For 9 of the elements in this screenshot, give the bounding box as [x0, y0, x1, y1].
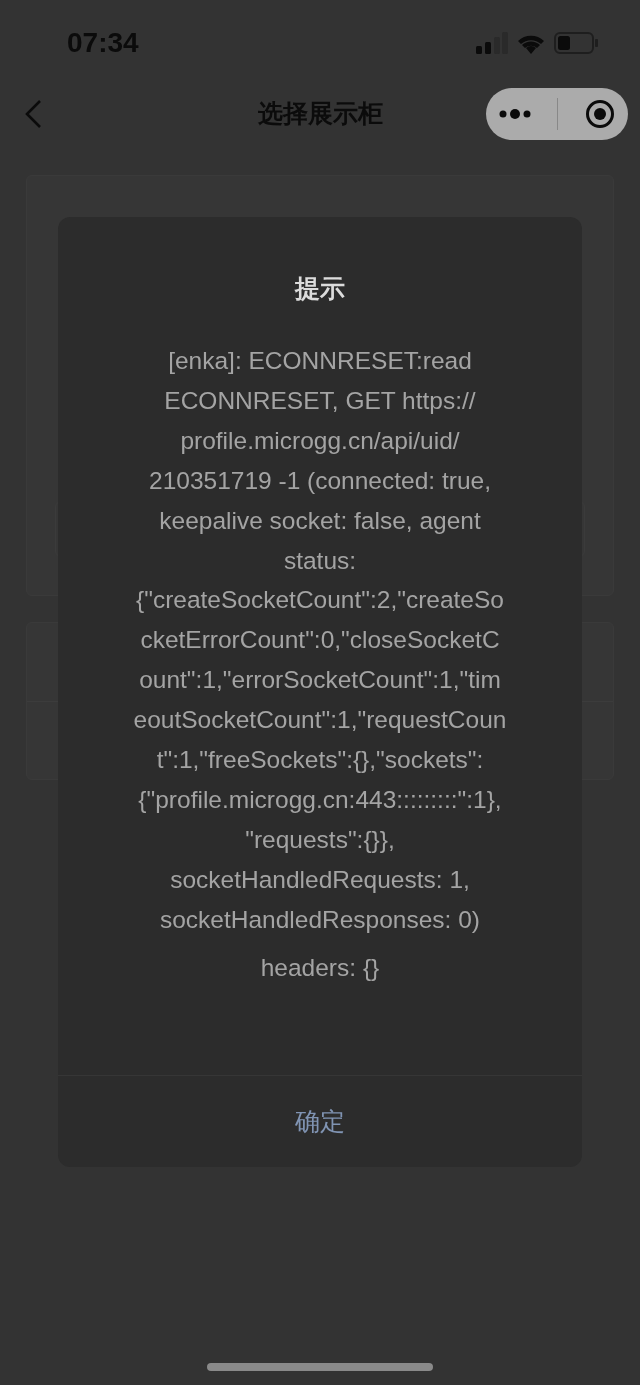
close-icon[interactable] [584, 99, 615, 129]
dialog-title: 提示 [293, 273, 346, 303]
battery-icon [554, 31, 598, 54]
capsule-menu[interactable] [486, 88, 628, 140]
headers-text: headers: {} [259, 952, 381, 983]
signal-icon [476, 31, 508, 54]
more-icon[interactable] [499, 108, 532, 120]
confirm-button[interactable]: 确定 [289, 1101, 351, 1142]
error-message: [enka]: ECONNRESET:read ECONNRESET, GET https:// profile.microgg.cn/api/uid/ 210351719 -1 (connected: true, keepalive socket: false, agent status: {"createSocketCount":2,"createSo cketErrorCount":0,"closeSocketC ount":1,"errorSocketCount":1,"tim eoutSocketCount":1,"requestCoun t":1,"freeSockets":{},"sockets": {"profile.microgg.cn:443:::::::::":1}, "requests":{}}, socketHandledRequests: 1, socketHandledResponses: 0) [132, 346, 508, 935]
